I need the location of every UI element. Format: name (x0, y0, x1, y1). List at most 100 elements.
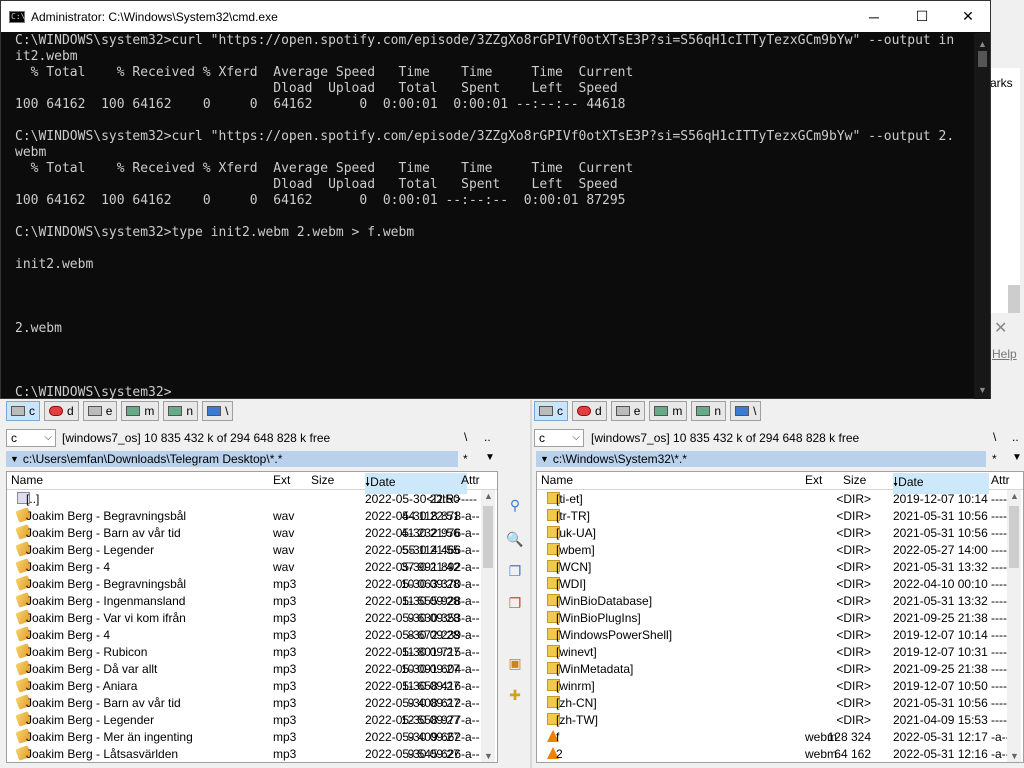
drive-button-c[interactable]: c (6, 401, 40, 421)
drive-button-c[interactable]: c (534, 401, 568, 421)
scroll-up-icon[interactable]: ▲ (978, 39, 987, 49)
file-row[interactable]: f webm 128 324 2022-05-31 12:17 -a-- (537, 729, 1023, 746)
scroll-up-icon[interactable]: ▲ (1010, 491, 1019, 501)
file-row[interactable]: [WinBioDatabase] <DIR> 2021-05-31 13:32 ---… (537, 593, 1023, 610)
background-scrollbar[interactable] (1008, 285, 1020, 313)
left-file-panel[interactable]: Name Ext Size 🠗Date Attr [..] <DIR> 2022-05-30 … (6, 471, 498, 763)
console-output[interactable]: C:\WINDOWS\system32>curl "https://open.s… (15, 33, 975, 399)
drive-button-d[interactable]: d (44, 401, 79, 421)
file-row[interactable]: [ti-et] <DIR> 2019-12-07 10:14 ---- (537, 491, 1023, 508)
file-name: [WCN] (556, 560, 592, 574)
column-header-name[interactable]: Name (11, 473, 43, 487)
drive-button-root[interactable]: \ (730, 401, 762, 421)
file-attr: -a-- (461, 679, 480, 693)
left-drive-combo[interactable]: c ⌵ (6, 429, 56, 447)
background-close-icon[interactable]: ✕ (994, 318, 1007, 338)
column-header-size[interactable]: Size (843, 473, 866, 487)
column-header-attr[interactable]: Attr (461, 473, 480, 487)
drive-button-m[interactable]: m (121, 401, 160, 421)
drive-button-root[interactable]: \ (202, 401, 234, 421)
cmd-titlebar[interactable]: C:\ Administrator: C:\Windows\System32\c… (1, 1, 990, 32)
drive-button-n[interactable]: n (163, 401, 199, 421)
file-row[interactable]: Joakim Berg - Barn av vår tid mp3 9 408 61… (7, 694, 497, 712)
drive-button-e[interactable]: e (82, 401, 118, 421)
gift-icon[interactable]: ▣ (506, 654, 524, 672)
file-row[interactable]: [uk-UA] <DIR> 2021-05-31 10:56 ---- (537, 525, 1023, 542)
compare-icon[interactable]: ⚲ (506, 496, 524, 514)
cmd-scrollbar[interactable]: ▲ ▼ (974, 33, 990, 399)
delete-icon[interactable]: ❐ (506, 594, 524, 612)
file-row[interactable]: [wbem] <DIR> 2022-05-27 14:00 ---- (537, 542, 1023, 559)
file-row[interactable]: [WDI] <DIR> 2022-04-10 00:10 ---- (537, 576, 1023, 593)
copy-icon[interactable]: ❐ (506, 562, 524, 580)
file-row[interactable]: Joakim Berg - Legender wav 55 114 466 2022-… (7, 541, 497, 559)
scroll-up-icon[interactable]: ▲ (484, 491, 493, 501)
close-button[interactable]: ✕ (945, 1, 991, 32)
cmd-window[interactable]: C:\ Administrator: C:\Windows\System32\c… (0, 0, 991, 399)
file-row[interactable]: [winevt] <DIR> 2019-12-07 10:31 ---- (537, 644, 1023, 661)
left-up-button[interactable]: .. (484, 430, 491, 444)
scroll-thumb[interactable] (483, 506, 493, 568)
drive-icon (615, 406, 630, 416)
file-row[interactable]: [WinMetadata] <DIR> 2021-09-25 21:38 ---- (537, 661, 1023, 678)
scroll-down-icon[interactable]: ▼ (484, 751, 493, 761)
right-filter[interactable]: * (992, 452, 997, 466)
panel-scrollbar[interactable]: ▲ ▼ (481, 490, 495, 762)
file-row[interactable]: [zh-CN] <DIR> 2021-05-31 10:56 ---- (537, 695, 1023, 712)
column-header-name[interactable]: Name (541, 473, 573, 487)
right-file-panel[interactable]: Name Ext Size 🠗Date Attr [ti-et] <DIR> 2019-12-… (536, 471, 1024, 763)
left-filter[interactable]: * (463, 452, 468, 466)
file-size: <DIR> (836, 543, 871, 557)
minimize-button[interactable]: ─ (851, 1, 897, 32)
file-row[interactable]: [WCN] <DIR> 2021-05-31 13:32 ---- (537, 559, 1023, 576)
file-row[interactable]: Joakim Berg - Låtsasvärlden mp3 9 545 626 2… (7, 745, 497, 762)
file-row[interactable]: Joakim Berg - 4 mp3 8 672 239 2022-05-30 09… (7, 626, 497, 644)
file-row[interactable]: Joakim Berg - Rubicon mp3 11 801 715 2022-0… (7, 643, 497, 661)
file-row[interactable]: Joakim Berg - Var vi kom ifrån mp3 9 630 3… (7, 609, 497, 627)
left-root-button[interactable]: \ (464, 430, 467, 444)
file-row[interactable]: [WindowsPowerShell] <DIR> 2019-12-07 10:14… (537, 627, 1023, 644)
background-help-menu[interactable]: Help (992, 347, 1017, 361)
column-header-attr[interactable]: Attr (991, 473, 1010, 487)
right-drive-combo[interactable]: c ⌵ (534, 429, 584, 447)
file-row[interactable]: [zh-TW] <DIR> 2021-04-09 15:53 ---- (537, 712, 1023, 729)
file-row[interactable]: Joakim Berg - Begravningsbål wav 44 118 87… (7, 507, 497, 525)
file-row[interactable]: [..] <DIR> 2022-05-30 22:50 ---- (7, 491, 497, 508)
right-path-bar[interactable]: ▼ c:\Windows\System32\*.* (536, 451, 986, 467)
file-date: 2021-05-31 13:32 (893, 560, 988, 574)
file-row[interactable]: [winrm] <DIR> 2019-12-07 10:50 ---- (537, 678, 1023, 695)
file-row[interactable]: [WinBioPlugIns] <DIR> 2021-09-25 21:38 ---- (537, 610, 1023, 627)
panel-scrollbar[interactable]: ▲ ▼ (1007, 490, 1021, 762)
file-row[interactable]: Joakim Berg - Legender mp3 12 558 977 2022-… (7, 711, 497, 729)
scroll-down-icon[interactable]: ▼ (978, 385, 987, 395)
file-row[interactable]: Joakim Berg - Aniara mp3 11 658 416 2022-05… (7, 677, 497, 695)
file-row[interactable]: Joakim Berg - Ingenmansland mp3 11 555 928… (7, 592, 497, 610)
new-folder-icon[interactable]: ✚ (506, 686, 524, 704)
file-row[interactable]: 2 webm 64 162 2022-05-31 12:16 -a-- (537, 746, 1023, 762)
file-row[interactable]: Joakim Berg - 4 wav 37 991 892 2022-05-30 2… (7, 558, 497, 576)
scroll-thumb[interactable] (978, 51, 987, 67)
file-row[interactable]: Joakim Berg - Mer än ingenting mp3 9 409 6… (7, 728, 497, 746)
file-ext: mp3 (273, 594, 297, 608)
column-header-ext[interactable]: Ext (273, 473, 290, 487)
right-root-button[interactable]: \ (993, 430, 996, 444)
left-history-dropdown[interactable]: ▼ (485, 452, 495, 463)
file-row[interactable]: Joakim Berg - Barn av vår tid wav 41 232 9… (7, 524, 497, 542)
drive-button-e[interactable]: e (610, 401, 646, 421)
left-path-bar[interactable]: ▼ c:\Users\emfan\Downloads\Telegram Desk… (6, 451, 458, 467)
file-row[interactable]: [tr-TR] <DIR> 2021-05-31 10:56 ---- (537, 508, 1023, 525)
chevron-down-icon: ⌵ (572, 432, 580, 443)
scroll-thumb[interactable] (1009, 506, 1019, 568)
drive-button-m[interactable]: m (649, 401, 688, 421)
column-header-ext[interactable]: Ext (805, 473, 822, 487)
file-row[interactable]: Joakim Berg - Begravningsbål mp3 10 063 37… (7, 575, 497, 593)
drive-button-d[interactable]: d (572, 401, 607, 421)
column-header-size[interactable]: Size (311, 473, 334, 487)
scroll-down-icon[interactable]: ▼ (1010, 751, 1019, 761)
drive-button-n[interactable]: n (691, 401, 727, 421)
maximize-button[interactable]: ☐ (899, 1, 945, 32)
search-file-icon[interactable]: 🔍 (506, 530, 524, 548)
right-up-button[interactable]: .. (1012, 430, 1019, 444)
right-history-dropdown[interactable]: ▼ (1012, 452, 1022, 463)
file-row[interactable]: Joakim Berg - Då var allt mp3 10 091 604 20… (7, 660, 497, 678)
